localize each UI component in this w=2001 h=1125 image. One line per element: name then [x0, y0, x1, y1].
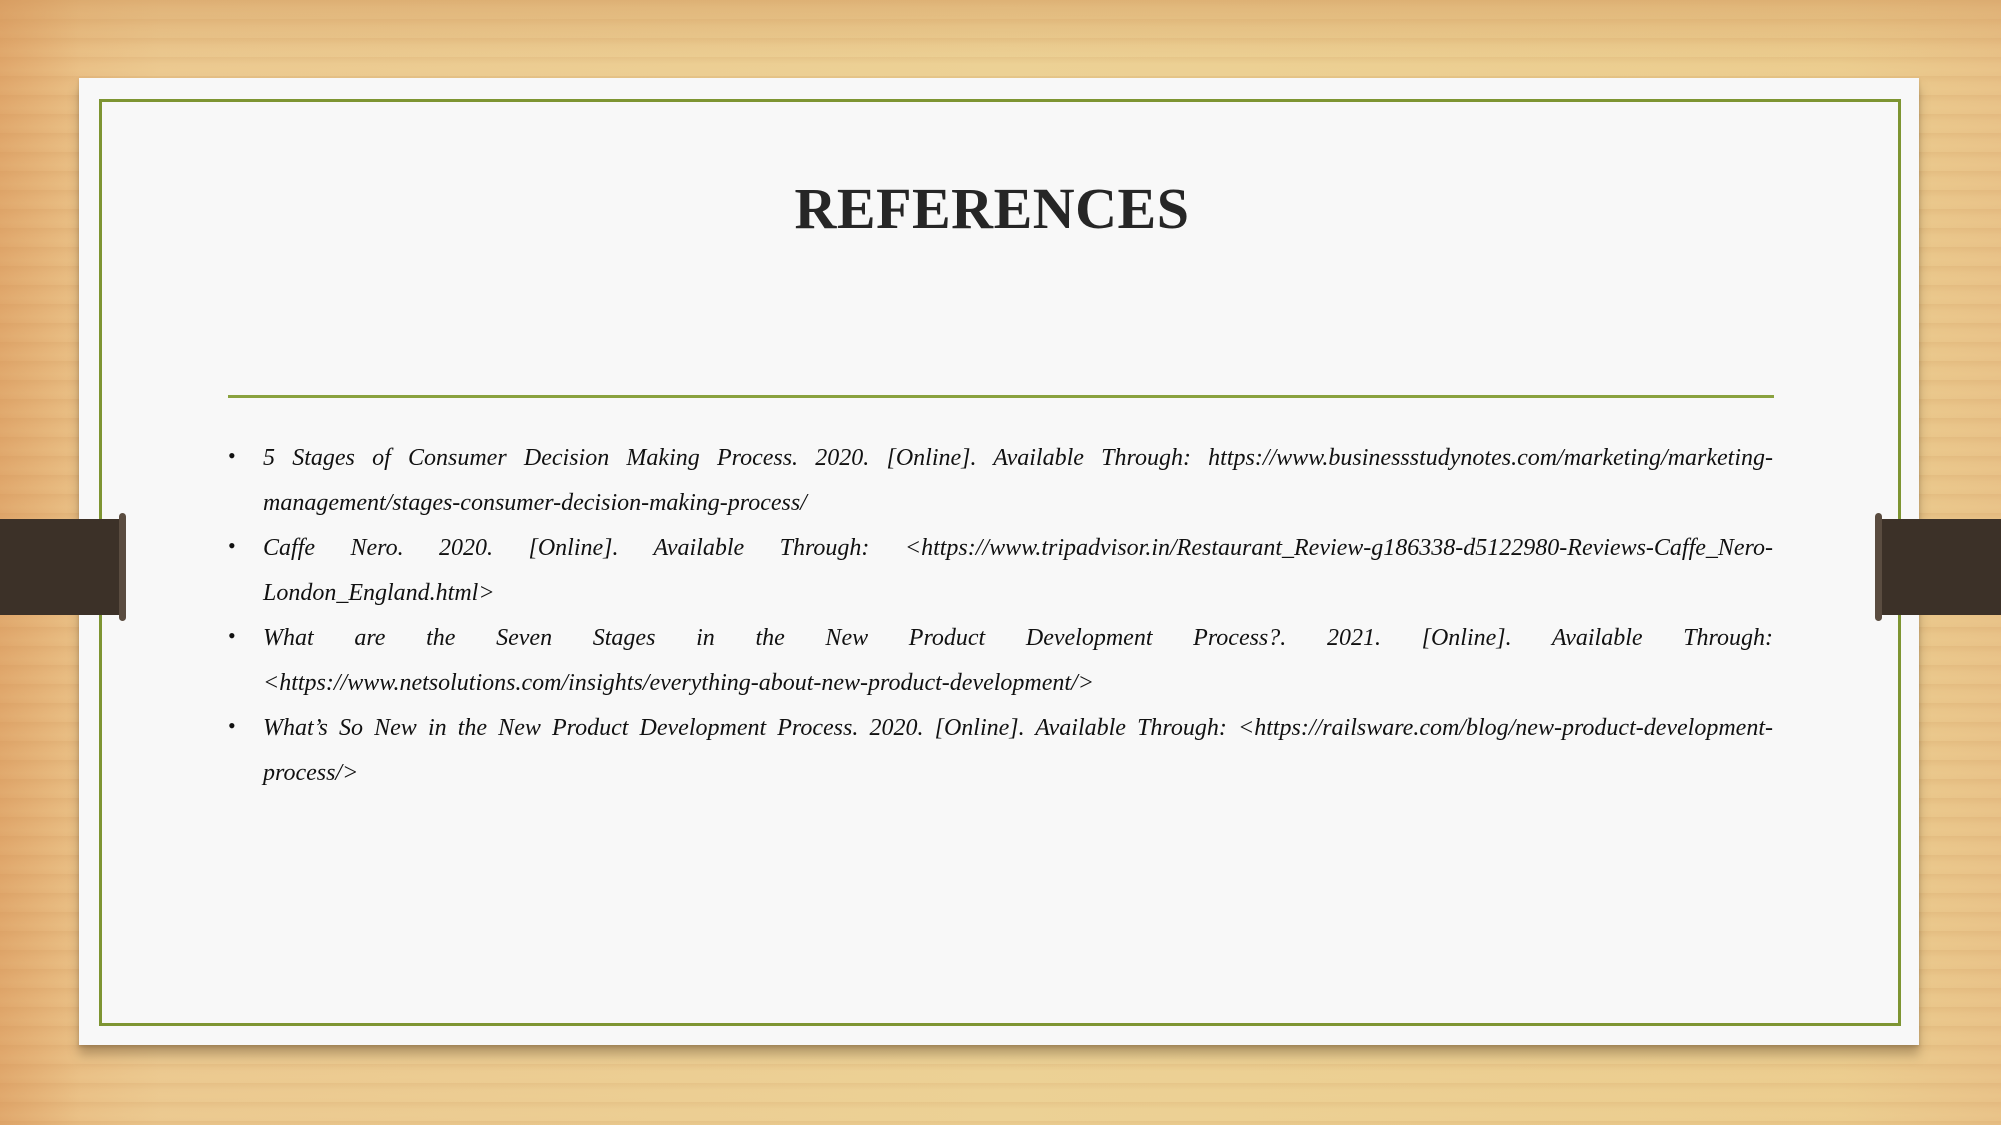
bullet-icon: • — [228, 443, 236, 468]
reference-item: • 5 Stages of Consumer Decision Making P… — [228, 436, 1773, 526]
reference-text: 5 Stages of Consumer Decision Making Pro… — [263, 445, 1773, 516]
title-divider — [228, 395, 1774, 398]
reference-text: What are the Seven Stages in the New Pro… — [263, 625, 1773, 696]
bullet-icon: • — [228, 623, 236, 648]
reference-text: What’s So New in the New Product Develop… — [263, 715, 1773, 786]
reference-text: Caffe Nero. 2020. [Online]. Available Th… — [263, 535, 1773, 606]
bullet-icon: • — [228, 533, 236, 558]
references-list: • 5 Stages of Consumer Decision Making P… — [228, 436, 1773, 796]
reference-item: • Caffe Nero. 2020. [Online]. Available … — [228, 526, 1773, 616]
left-strap-decoration — [0, 513, 126, 621]
reference-item: • What’s So New in the New Product Devel… — [228, 706, 1773, 796]
reference-item: • What are the Seven Stages in the New P… — [228, 616, 1773, 706]
bullet-icon: • — [228, 713, 236, 738]
slide-title: REFERENCES — [794, 176, 1190, 241]
right-strap-decoration — [1875, 513, 2001, 621]
